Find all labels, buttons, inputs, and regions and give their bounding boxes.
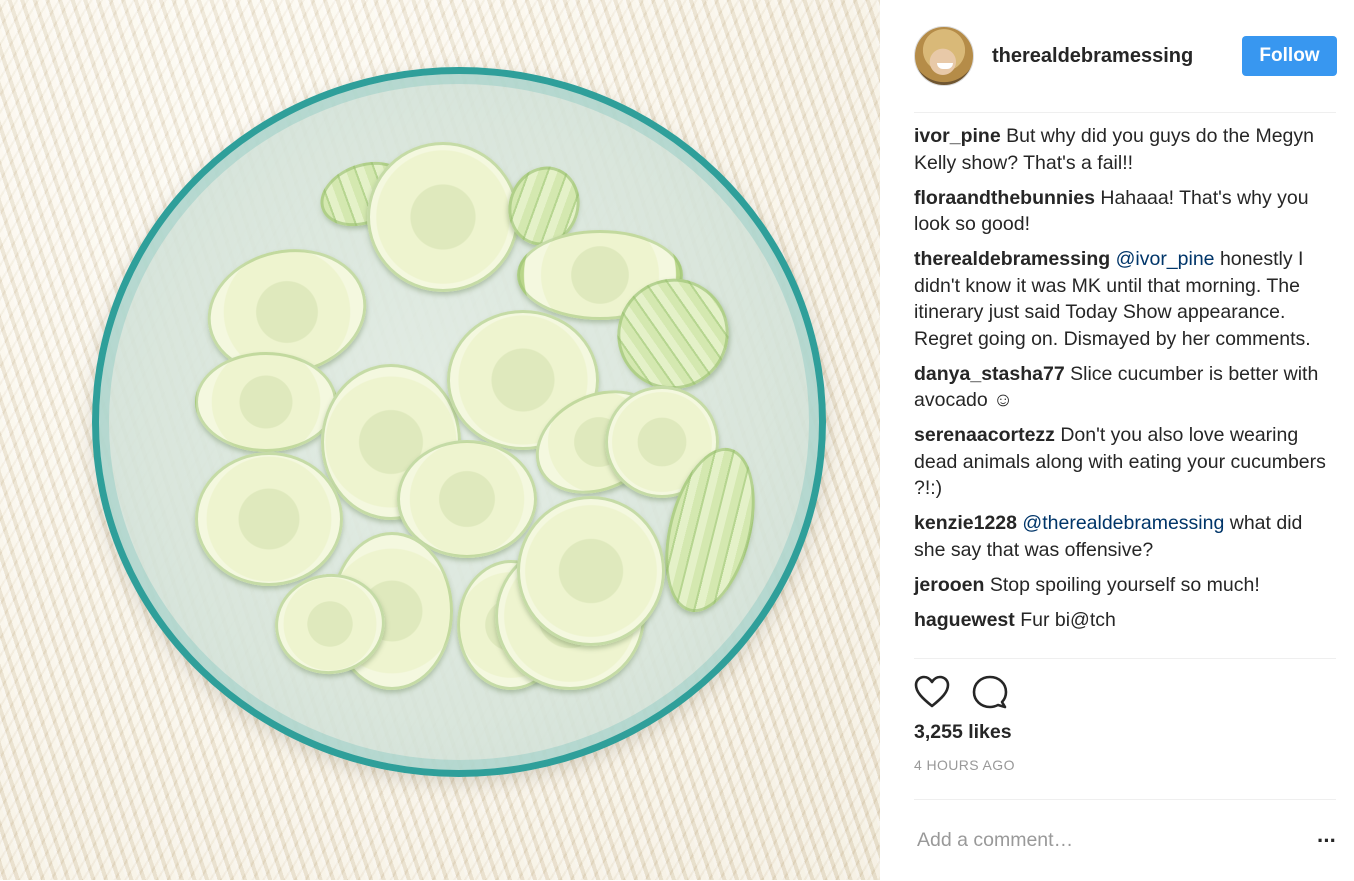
action-bar bbox=[914, 659, 1336, 709]
comment-username[interactable]: jerooen bbox=[914, 574, 984, 596]
comment-username[interactable]: therealdebramessing bbox=[914, 248, 1110, 270]
add-comment-input[interactable] bbox=[914, 828, 1306, 853]
comment-username[interactable]: ivor_pine bbox=[914, 125, 1001, 147]
post-sidebar: therealdebramessing Follow ivor_pine But… bbox=[880, 0, 1354, 880]
comment-item: therealdebramessing @ivor_pine honestly … bbox=[914, 246, 1336, 352]
comment-item: floraandthebunnies Hahaaa! That's why yo… bbox=[914, 185, 1336, 238]
cucumber-slice bbox=[367, 142, 519, 292]
add-comment-bar: ··· bbox=[914, 799, 1337, 881]
comment-username[interactable]: danya_stasha77 bbox=[914, 363, 1065, 385]
comment-item: danya_stasha77 Slice cucumber is better … bbox=[914, 361, 1336, 414]
follow-button[interactable]: Follow bbox=[1242, 36, 1337, 76]
comment-bubble-icon[interactable] bbox=[972, 674, 1008, 710]
comment-username[interactable]: kenzie1228 bbox=[914, 512, 1017, 534]
post-header: therealdebramessing Follow bbox=[914, 0, 1337, 113]
comment-item: serenaacortezz Don't you also love weari… bbox=[914, 422, 1336, 502]
instagram-post: therealdebramessing Follow ivor_pine But… bbox=[0, 0, 1354, 880]
comment-item: ivor_pine But why did you guys do the Me… bbox=[914, 123, 1336, 176]
author-username[interactable]: therealdebramessing bbox=[992, 45, 1193, 68]
post-photo[interactable] bbox=[0, 0, 880, 880]
avatar[interactable] bbox=[914, 26, 974, 86]
more-options-icon[interactable]: ··· bbox=[1306, 829, 1337, 851]
cucumber-bowl bbox=[92, 67, 826, 777]
comment-item: haguewest Fur bi@tch bbox=[914, 607, 1336, 634]
comment-username[interactable]: haguewest bbox=[914, 609, 1015, 631]
comment-list: ivor_pine But why did you guys do the Me… bbox=[914, 113, 1336, 659]
cucumber-slice bbox=[517, 496, 665, 646]
cucumber-slice bbox=[195, 452, 343, 586]
comment-item: kenzie1228 @therealdebramessing what did… bbox=[914, 510, 1336, 563]
comment-username[interactable]: serenaacortezz bbox=[914, 424, 1055, 446]
comment-mention-link[interactable]: @ivor_pine bbox=[1116, 248, 1215, 270]
cucumber-slice bbox=[195, 352, 337, 452]
comment-username[interactable]: floraandthebunnies bbox=[914, 187, 1095, 209]
comment-text: Fur bi@tch bbox=[1020, 608, 1116, 631]
comment-item: jerooen Stop spoiling yourself so much! bbox=[914, 572, 1336, 599]
comment-text: Stop spoiling yourself so much! bbox=[989, 573, 1260, 596]
comment-mention-link[interactable]: @therealdebramessing bbox=[1022, 512, 1224, 534]
heart-icon[interactable] bbox=[914, 674, 950, 710]
post-timestamp: 4 HOURS AGO bbox=[914, 757, 1015, 773]
like-count[interactable]: 3,255 likes bbox=[914, 721, 1336, 744]
